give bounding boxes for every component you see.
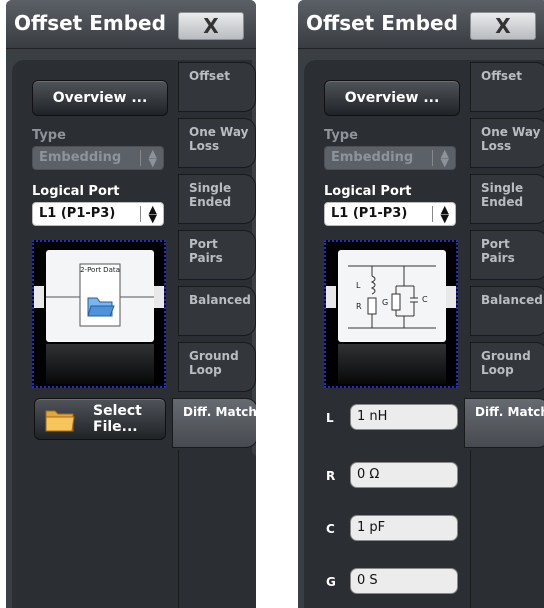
logical-port-value: L1 (P1-P3) (39, 206, 116, 221)
logical-port-label: Logical Port (32, 184, 120, 199)
diagram-card: 2-Port Data (46, 250, 154, 342)
overview-button[interactable]: Overview ... (32, 80, 168, 116)
tab-offset[interactable]: Offset (178, 62, 256, 112)
circuit-schematic-icon (348, 265, 436, 329)
tab-diff-match[interactable]: Diff. Match (172, 398, 256, 448)
tab-port-pairs[interactable]: Port Pairs (178, 230, 256, 280)
two-port-data-icon (46, 263, 154, 327)
close-button[interactable]: X (470, 12, 536, 40)
diagram-reflection (338, 344, 446, 384)
title-bar: Offset Embed X (298, 0, 544, 49)
tab-one-way-loss[interactable]: One Way Loss (470, 118, 544, 168)
tab-strip-fill (178, 450, 256, 608)
diagram-title: 2-Port Data (80, 266, 120, 274)
select-separator (432, 206, 433, 222)
logical-port-value: L1 (P1-P3) (331, 206, 408, 221)
updown-arrow-icon: ▲ ▼ (148, 203, 157, 225)
tab-strip: Offset One Way Loss Single Ended Port Pa… (464, 62, 544, 608)
logical-port-select[interactable]: L1 (P1-P3) ▲ ▼ (324, 202, 456, 226)
close-button[interactable]: X (178, 12, 244, 40)
tab-port-pairs[interactable]: Port Pairs (470, 230, 544, 280)
param-c-field[interactable]: 1 pF (350, 515, 458, 541)
title-bar: Offset Embed X (6, 0, 256, 49)
overview-button[interactable]: Overview ... (324, 80, 460, 116)
select-separator (140, 206, 141, 222)
label-g: G (382, 298, 389, 307)
updown-arrow-icon: ▲ ▼ (440, 203, 449, 225)
tab-balanced[interactable]: Balanced (470, 286, 544, 336)
param-c-label: C (326, 522, 335, 536)
label-r: R (356, 302, 362, 311)
select-file-label: Select File... (93, 403, 142, 435)
select-file-button[interactable]: Select File... (34, 398, 166, 440)
diagram-card: L R G C (338, 250, 446, 342)
tab-ground-loop[interactable]: Ground Loop (470, 342, 544, 392)
type-label: Type (324, 128, 358, 143)
logical-port-select[interactable]: L1 (P1-P3) ▲ ▼ (32, 202, 164, 226)
tab-strip-fill (470, 450, 544, 608)
updown-arrow-icon: ▲ ▼ (148, 147, 157, 169)
tab-one-way-loss[interactable]: One Way Loss (178, 118, 256, 168)
tab-ground-loop[interactable]: Ground Loop (178, 342, 256, 392)
folder-icon (45, 410, 75, 432)
param-l-field[interactable]: 1 nH (350, 404, 458, 430)
tab-single-ended[interactable]: Single Ended (178, 174, 256, 224)
type-select[interactable]: Embedding ▲ ▼ (324, 146, 456, 170)
label-c: C (422, 295, 428, 304)
param-g-field[interactable]: 0 S (350, 568, 458, 594)
logical-port-label: Logical Port (324, 184, 412, 199)
type-select[interactable]: Embedding ▲ ▼ (32, 146, 164, 170)
panel-title: Offset Embed (306, 11, 458, 35)
port-line-left (34, 286, 44, 308)
port-line-right (154, 286, 164, 308)
tab-offset[interactable]: Offset (470, 62, 544, 112)
tab-single-ended[interactable]: Single Ended (470, 174, 544, 224)
panel-title: Offset Embed (14, 11, 166, 35)
port-line-right (446, 286, 456, 308)
diagram-reflection (46, 344, 154, 384)
offset-embed-panel-right: Offset Embed X Overview ... Type Embeddi… (298, 0, 544, 608)
embedding-diagram[interactable]: 2-Port Data (32, 240, 166, 388)
type-value: Embedding (39, 150, 122, 165)
label-l: L (356, 281, 361, 290)
type-value: Embedding (331, 150, 414, 165)
port-line-left (326, 286, 336, 308)
param-r-label: R (326, 469, 336, 483)
param-g-label: G (326, 575, 336, 589)
tab-diff-match[interactable]: Diff. Match (464, 398, 544, 448)
param-r-field[interactable]: 0 Ω (350, 462, 458, 488)
tab-strip: Offset One Way Loss Single Ended Port Pa… (172, 62, 256, 608)
param-l-label: L (326, 411, 334, 425)
updown-arrow-icon: ▲ ▼ (440, 147, 449, 169)
type-label: Type (32, 128, 66, 143)
embedding-diagram[interactable]: L R G C (324, 240, 458, 388)
offset-embed-panel-left: Offset Embed X Overview ... Type Embeddi… (6, 0, 256, 608)
select-separator (432, 150, 433, 166)
select-separator (140, 150, 141, 166)
tab-balanced[interactable]: Balanced (178, 286, 256, 336)
